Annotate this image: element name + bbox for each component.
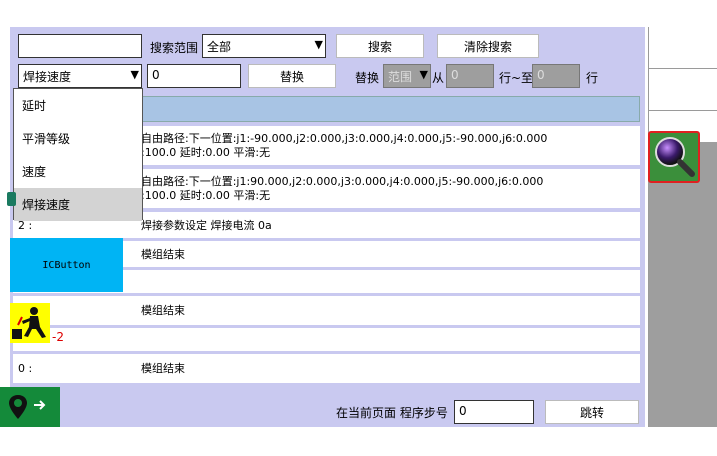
right-panel: [648, 27, 717, 427]
location-arrow-icon: [9, 395, 46, 419]
row-index: 0 :: [18, 362, 33, 375]
row-text: 模组结束: [141, 248, 185, 261]
search-button[interactable]: 搜索: [336, 34, 424, 58]
location-nav-button[interactable]: [0, 387, 60, 427]
jump-button[interactable]: 跳转: [545, 400, 639, 424]
field-select[interactable]: 焊接速度 ▼: [18, 64, 142, 88]
dropdown-item-selected[interactable]: 焊接速度: [14, 188, 142, 221]
row-text: 焊接参数设定 焊接电流 0a: [141, 219, 272, 232]
replace-value-input[interactable]: 0: [147, 64, 241, 88]
from-input[interactable]: 0: [446, 64, 494, 88]
chevron-down-icon: ▼: [130, 68, 139, 81]
dropdown-item[interactable]: 速度: [14, 155, 142, 188]
row-text: 模组结束: [141, 362, 185, 375]
field-dropdown-list: 延时 平滑等级 速度 焊接速度: [13, 88, 143, 221]
row-text: 自由路径:下一位置:j1:-90.000,j2:0.000,j3:0.000,j…: [141, 132, 548, 145]
to-input[interactable]: 0: [532, 64, 580, 88]
side-tab-icon[interactable]: [7, 192, 16, 206]
right-panel-gray-area: [649, 142, 717, 427]
from-label: 从: [432, 71, 445, 85]
row-text: 模组结束: [141, 304, 185, 317]
dropdown-item[interactable]: 平滑等级: [14, 122, 142, 155]
chevron-down-icon: ▼: [314, 38, 323, 51]
magnifier-button[interactable]: [648, 131, 700, 183]
step-number-input[interactable]: 0: [454, 400, 534, 424]
table-row[interactable]: 0 : 模组结束: [13, 354, 640, 384]
search-range-value: 全部: [207, 40, 232, 54]
replace-button[interactable]: 替换: [248, 64, 336, 88]
replace-scope-label: 替换: [355, 71, 380, 85]
dropdown-item[interactable]: 延时: [14, 89, 142, 122]
to-label: 行~至: [499, 71, 534, 85]
table-row[interactable]: 模组结束: [13, 296, 640, 326]
search-range-label: 搜索范围: [150, 41, 199, 55]
clear-search-button[interactable]: 清除搜索: [437, 34, 539, 58]
row-suffix-label: 行: [586, 71, 599, 85]
app-frame: 搜索范围 全部 ▼ 搜索 清除搜索 焊接速度 ▼ 0 替换 替换 范围 ▼ 从 …: [0, 0, 717, 456]
field-select-value: 焊接速度: [23, 70, 72, 84]
step-offset-label: -2: [52, 330, 64, 344]
right-panel-divider: [648, 110, 717, 111]
search-range-select[interactable]: 全部 ▼: [202, 34, 326, 58]
current-page-label: 在当前页面 程序步号: [336, 406, 448, 420]
right-panel-divider: [648, 68, 717, 69]
scope-select[interactable]: 范围 ▼: [383, 64, 431, 88]
row-text: 自由路径:下一位置:j1:90.000,j2:0.000,j3:0.000,j4…: [141, 175, 544, 188]
row-text-line2: :100.0 延时:0.00 平滑:无: [141, 189, 271, 202]
chevron-down-icon: ▼: [419, 68, 428, 81]
magnifier-icon: [655, 137, 695, 177]
scope-select-value: 范围: [388, 70, 413, 84]
table-row[interactable]: [13, 328, 640, 352]
worker-icon[interactable]: [10, 303, 50, 343]
row-text-line2: :100.0 延时:0.00 平滑:无: [141, 146, 271, 159]
ic-button[interactable]: ICButton: [10, 238, 123, 292]
search-input[interactable]: [18, 34, 142, 58]
